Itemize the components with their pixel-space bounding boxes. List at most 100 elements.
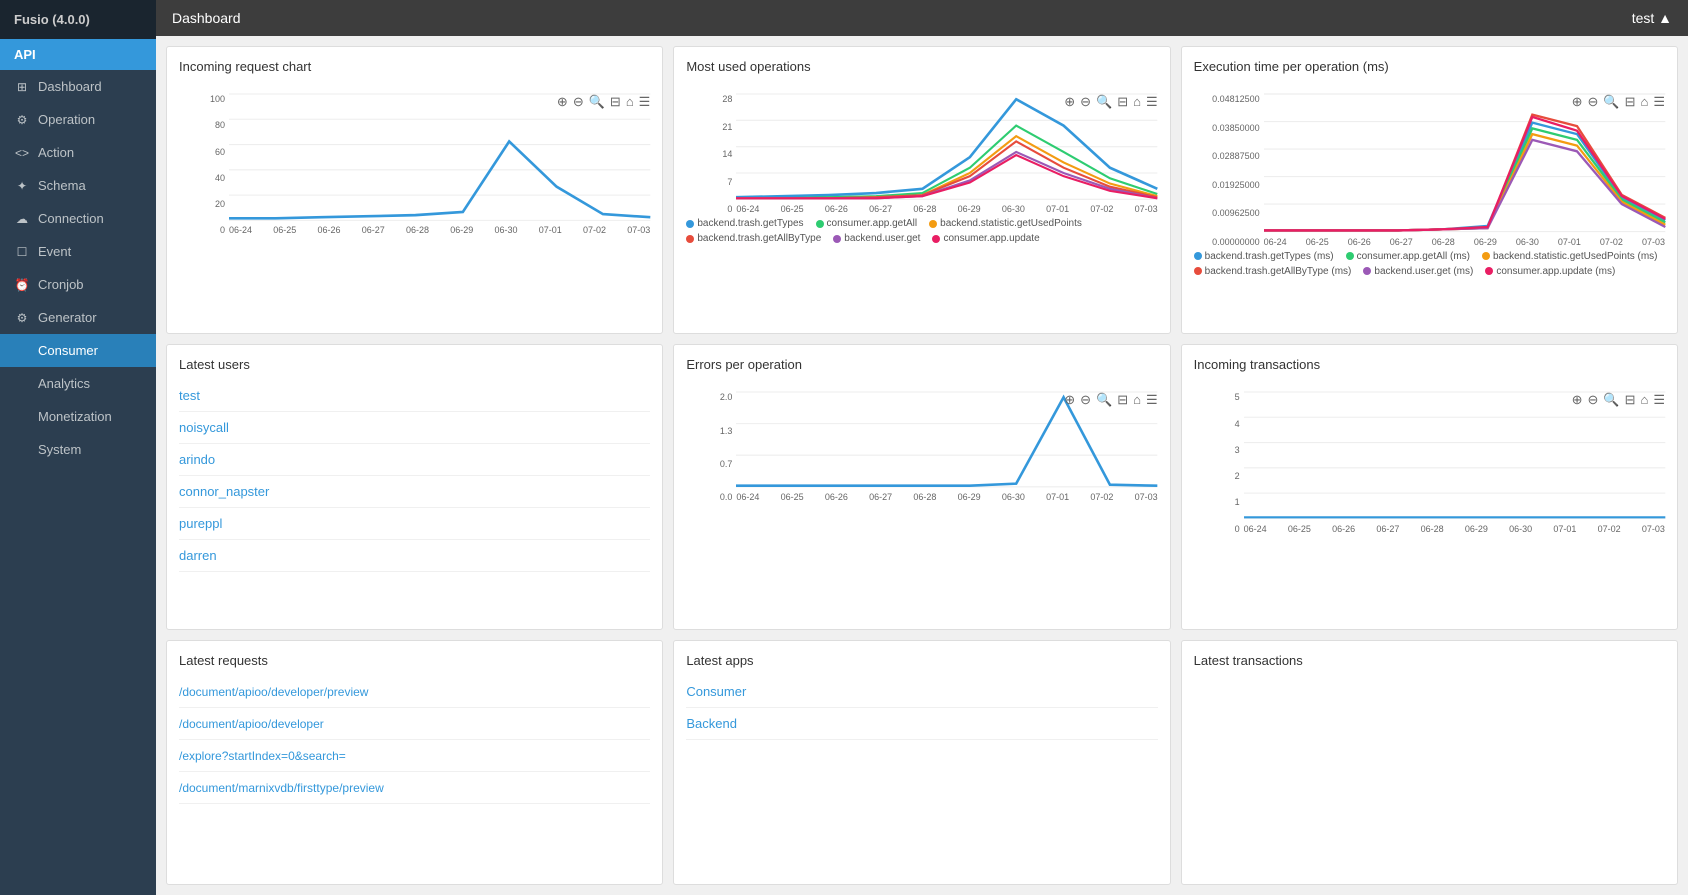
zoom-icon[interactable]: 🔍 bbox=[1096, 392, 1112, 408]
zoom-icon[interactable]: 🔍 bbox=[1603, 94, 1619, 110]
incoming-request-chart-title: Incoming request chart bbox=[179, 59, 650, 74]
zoom-in-icon[interactable]: ⊕ bbox=[557, 94, 568, 110]
request-list: /document/apioo/developer/preview /docum… bbox=[179, 676, 650, 804]
sidebar-api-section: API bbox=[0, 39, 156, 70]
most-used-operations-container: ⊕ ⊖ 🔍 ⊟ ⌂ ☰ 28 21 14 7 0 bbox=[686, 94, 1157, 244]
home-icon[interactable]: ⌂ bbox=[626, 94, 634, 110]
latest-requests-title: Latest requests bbox=[179, 653, 650, 668]
print-icon[interactable]: ⊟ bbox=[1117, 94, 1128, 110]
list-item: arindo bbox=[179, 444, 650, 476]
home-icon[interactable]: ⌂ bbox=[1133, 94, 1141, 110]
sidebar-item-generator[interactable]: ⚙ Generator bbox=[0, 301, 156, 334]
sidebar-item-consumer[interactable]: Consumer bbox=[0, 334, 156, 367]
action-icon: <> bbox=[14, 146, 30, 160]
exec-time-svg bbox=[1264, 94, 1665, 232]
cronjob-icon: ⏰ bbox=[14, 278, 30, 292]
sidebar-item-action[interactable]: <> Action bbox=[0, 136, 156, 169]
sidebar-item-connection[interactable]: ☁ Connection bbox=[0, 202, 156, 235]
most-used-operations-panel: Most used operations ⊕ ⊖ 🔍 ⊟ ⌂ ☰ 28 21 1… bbox=[673, 46, 1170, 334]
sidebar-item-schema[interactable]: ✦ Schema bbox=[0, 169, 156, 202]
sidebar-item-event[interactable]: ☐ Event bbox=[0, 235, 156, 268]
sidebar-item-system[interactable]: System bbox=[0, 433, 156, 466]
exec-time-svg-area: 06-24 06-25 06-26 06-27 06-28 06-29 06-3… bbox=[1264, 94, 1665, 247]
generator-icon: ⚙ bbox=[14, 311, 30, 325]
sidebar-item-analytics[interactable]: Analytics bbox=[0, 367, 156, 400]
list-item: noisycall bbox=[179, 412, 650, 444]
apps-list: Consumer Backend bbox=[686, 676, 1157, 740]
list-item: /document/apioo/developer bbox=[179, 708, 650, 740]
request-link-2[interactable]: /document/apioo/developer bbox=[179, 717, 324, 731]
zoom-in-icon[interactable]: ⊕ bbox=[1064, 94, 1075, 110]
errors-svg-area: 06-24 06-25 06-26 06-27 06-28 06-29 06-3… bbox=[736, 392, 1157, 502]
operations-svg-area: 06-24 06-25 06-26 06-27 06-28 06-29 06-3… bbox=[736, 94, 1157, 214]
print-icon[interactable]: ⊟ bbox=[1625, 392, 1636, 408]
errors-chart-container: ⊕ ⊖ 🔍 ⊟ ⌂ ☰ 2.0 1.3 0.7 0.0 bbox=[686, 392, 1157, 502]
errors-per-operation-title: Errors per operation bbox=[686, 357, 1157, 372]
print-icon[interactable]: ⊟ bbox=[1117, 392, 1128, 408]
x-axis-exec-time: 06-24 06-25 06-26 06-27 06-28 06-29 06-3… bbox=[1264, 235, 1665, 247]
home-icon[interactable]: ⌂ bbox=[1640, 392, 1648, 408]
zoom-icon[interactable]: 🔍 bbox=[1603, 392, 1619, 408]
page-title: Dashboard bbox=[172, 10, 241, 26]
user-link-pureppl[interactable]: pureppl bbox=[179, 516, 222, 531]
x-axis-errors: 06-24 06-25 06-26 06-27 06-28 06-29 06-3… bbox=[736, 490, 1157, 502]
user-link-arindo[interactable]: arindo bbox=[179, 452, 215, 467]
home-icon[interactable]: ⌂ bbox=[1133, 392, 1141, 408]
list-item: test bbox=[179, 380, 650, 412]
zoom-in-icon[interactable]: ⊕ bbox=[1064, 392, 1075, 408]
event-icon: ☐ bbox=[14, 245, 30, 259]
execution-time-title: Execution time per operation (ms) bbox=[1194, 59, 1665, 74]
list-item: connor_napster bbox=[179, 476, 650, 508]
x-axis-transactions: 06-24 06-25 06-26 06-27 06-28 06-29 06-3… bbox=[1244, 522, 1665, 534]
x-axis-incoming: 06-24 06-25 06-26 06-27 06-28 06-29 06-3… bbox=[229, 223, 650, 235]
app-link-backend[interactable]: Backend bbox=[686, 716, 737, 731]
list-item: /document/marnixvdb/firsttype/preview bbox=[179, 772, 650, 804]
print-icon[interactable]: ⊟ bbox=[610, 94, 621, 110]
y-axis-exec-time: 0.04812500 0.03850000 0.02887500 0.01925… bbox=[1194, 94, 1264, 247]
user-link-darren[interactable]: darren bbox=[179, 548, 217, 563]
user-menu[interactable]: test ▲ bbox=[1632, 10, 1672, 26]
request-link-3[interactable]: /explore?startIndex=0&search= bbox=[179, 749, 346, 763]
user-link-test[interactable]: test bbox=[179, 388, 200, 403]
y-axis-transactions: 5 4 3 2 1 0 bbox=[1194, 392, 1244, 533]
zoom-icon[interactable]: 🔍 bbox=[589, 94, 605, 110]
sidebar-item-monetization[interactable]: Monetization bbox=[0, 400, 156, 433]
user-link-noisycall[interactable]: noisycall bbox=[179, 420, 229, 435]
transactions-svg-area: 06-24 06-25 06-26 06-27 06-28 06-29 06-3… bbox=[1244, 392, 1665, 533]
incoming-transactions-title: Incoming transactions bbox=[1194, 357, 1665, 372]
latest-users-title: Latest users bbox=[179, 357, 650, 372]
menu-icon[interactable]: ☰ bbox=[1653, 94, 1665, 110]
menu-icon[interactable]: ☰ bbox=[1653, 392, 1665, 408]
sidebar-item-cronjob[interactable]: ⏰ Cronjob bbox=[0, 268, 156, 301]
zoom-icon[interactable]: 🔍 bbox=[1096, 94, 1112, 110]
zoom-out-icon[interactable]: ⊖ bbox=[1080, 392, 1091, 408]
menu-icon[interactable]: ☰ bbox=[1146, 392, 1158, 408]
zoom-out-icon[interactable]: ⊖ bbox=[573, 94, 584, 110]
errors-per-operation-panel: Errors per operation ⊕ ⊖ 🔍 ⊟ ⌂ ☰ 2.0 1.3… bbox=[673, 344, 1170, 630]
request-link-4[interactable]: /document/marnixvdb/firsttype/preview bbox=[179, 781, 384, 795]
sidebar: Fusio (4.0.0) API ⊞ Dashboard ⚙ Operatio… bbox=[0, 0, 156, 895]
app-link-consumer[interactable]: Consumer bbox=[686, 684, 746, 699]
latest-users-panel: Latest users test noisycall arindo conno… bbox=[166, 344, 663, 630]
list-item: /explore?startIndex=0&search= bbox=[179, 740, 650, 772]
y-axis-operations: 28 21 14 7 0 bbox=[686, 94, 736, 214]
sidebar-item-operation[interactable]: ⚙ Operation bbox=[0, 103, 156, 136]
request-link-1[interactable]: /document/apioo/developer/preview bbox=[179, 685, 368, 699]
print-icon[interactable]: ⊟ bbox=[1625, 94, 1636, 110]
menu-icon[interactable]: ☰ bbox=[639, 94, 651, 110]
latest-transactions-panel: Latest transactions bbox=[1181, 640, 1678, 885]
zoom-out-icon[interactable]: ⊖ bbox=[1587, 392, 1598, 408]
zoom-out-icon[interactable]: ⊖ bbox=[1080, 94, 1091, 110]
zoom-in-icon[interactable]: ⊕ bbox=[1572, 392, 1583, 408]
transactions-chart-container: ⊕ ⊖ 🔍 ⊟ ⌂ ☰ 5 4 3 2 1 0 bbox=[1194, 392, 1665, 533]
x-axis-operations: 06-24 06-25 06-26 06-27 06-28 06-29 06-3… bbox=[736, 202, 1157, 214]
zoom-out-icon[interactable]: ⊖ bbox=[1587, 94, 1598, 110]
sidebar-item-dashboard[interactable]: ⊞ Dashboard bbox=[0, 70, 156, 103]
zoom-in-icon[interactable]: ⊕ bbox=[1572, 94, 1583, 110]
menu-icon[interactable]: ☰ bbox=[1146, 94, 1158, 110]
home-icon[interactable]: ⌂ bbox=[1640, 94, 1648, 110]
user-link-connor[interactable]: connor_napster bbox=[179, 484, 269, 499]
latest-apps-panel: Latest apps Consumer Backend bbox=[673, 640, 1170, 885]
operation-icon: ⚙ bbox=[14, 113, 30, 127]
topbar: Dashboard test ▲ bbox=[156, 0, 1688, 36]
